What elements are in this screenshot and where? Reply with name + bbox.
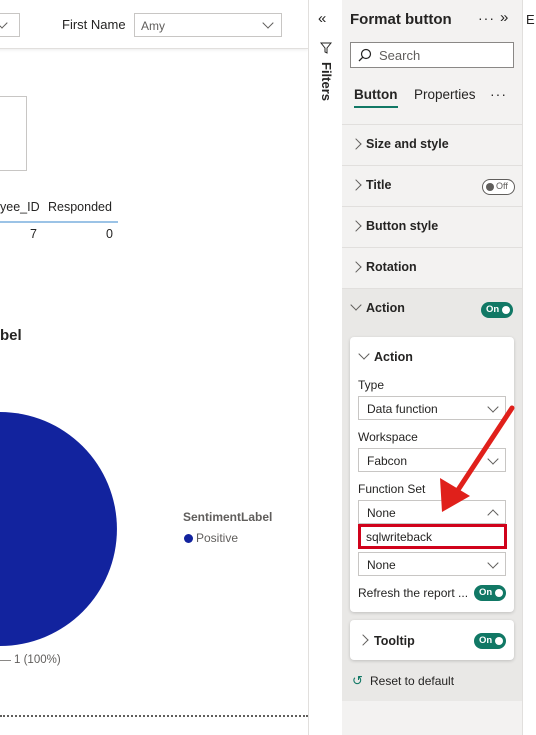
chevron-down-icon bbox=[487, 557, 499, 569]
title-toggle-label: Off bbox=[496, 181, 508, 191]
section-button-style[interactable]: Button style bbox=[342, 206, 522, 247]
section-action-label: Action bbox=[366, 301, 405, 315]
canvas-edge bbox=[0, 715, 308, 717]
tab-properties[interactable]: Properties bbox=[414, 87, 476, 102]
section-button-style-label: Button style bbox=[366, 219, 439, 233]
tooltip-toggle-label: On bbox=[479, 635, 493, 646]
slicer-label: First Name bbox=[62, 17, 126, 32]
function-set-option-label: sqlwriteback bbox=[366, 530, 433, 544]
refresh-toggle[interactable]: On bbox=[474, 585, 506, 601]
search-input[interactable] bbox=[350, 42, 514, 68]
type-label: Type bbox=[358, 378, 385, 392]
function-dropdown[interactable]: None bbox=[358, 552, 506, 576]
more-options-icon[interactable]: ··· bbox=[478, 10, 495, 26]
right-pane-strip[interactable]: E bbox=[522, 0, 536, 735]
chevron-right-icon bbox=[350, 261, 362, 273]
pie-leader-line bbox=[0, 660, 11, 661]
action-card-heading: Action bbox=[374, 350, 413, 364]
filter-icon bbox=[320, 42, 332, 54]
first-name-dropdown[interactable]: Amy bbox=[134, 13, 282, 37]
toggle-knob bbox=[495, 589, 503, 597]
action-toggle-label: On bbox=[486, 304, 500, 315]
function-set-value: None bbox=[367, 506, 396, 520]
reset-to-default[interactable]: Reset to default bbox=[370, 674, 454, 688]
section-rotation[interactable]: Rotation bbox=[342, 247, 522, 288]
section-title[interactable]: Title Off bbox=[342, 165, 522, 206]
pane-title: Format button bbox=[350, 11, 452, 28]
reset-icon[interactable]: ↺ bbox=[352, 673, 363, 689]
function-set-option[interactable]: sqlwriteback bbox=[358, 524, 507, 549]
section-title-label: Title bbox=[366, 178, 392, 192]
search-icon bbox=[358, 48, 372, 62]
legend-marker bbox=[184, 534, 193, 543]
function-set-label: Function Set bbox=[358, 482, 426, 496]
chevron-right-icon bbox=[350, 220, 362, 232]
table-cell-employee-id: 7 bbox=[30, 227, 37, 241]
function-value: None bbox=[367, 558, 396, 572]
section-size-style-label: Size and style bbox=[366, 137, 449, 151]
pie-slice-label: 1 (100%) bbox=[14, 654, 61, 666]
refresh-label: Refresh the report ... bbox=[358, 586, 469, 600]
legend-item-positive[interactable]: Positive bbox=[196, 531, 238, 545]
table-header-employee-id: yee_ID bbox=[0, 200, 40, 214]
search-placeholder: Search bbox=[379, 48, 421, 63]
refresh-toggle-label: On bbox=[479, 587, 493, 598]
section-rotation-label: Rotation bbox=[366, 260, 417, 274]
chevron-right-icon bbox=[350, 179, 362, 191]
action-toggle[interactable]: On bbox=[481, 302, 513, 318]
first-name-value: Amy bbox=[141, 19, 165, 33]
toggle-knob bbox=[495, 637, 503, 645]
report-canvas: First Name Amy yee_ID Responded 7 0 bel … bbox=[0, 0, 309, 735]
toggle-knob bbox=[502, 306, 510, 314]
section-size-style[interactable]: Size and style bbox=[342, 124, 522, 165]
pie-slice-positive[interactable] bbox=[0, 412, 117, 646]
collapse-icon[interactable]: « bbox=[318, 10, 326, 27]
pie-chart-title: bel bbox=[0, 327, 22, 344]
expand-icon[interactable]: » bbox=[500, 9, 508, 26]
chevron-right-icon bbox=[350, 138, 362, 150]
filters-text: Filters bbox=[319, 62, 334, 102]
chevron-down-icon bbox=[350, 299, 362, 311]
table-header-responded: Responded bbox=[48, 200, 112, 214]
toggle-knob bbox=[486, 183, 494, 191]
slicer-dropdown-left[interactable] bbox=[0, 13, 20, 37]
pie-chart[interactable] bbox=[0, 400, 130, 660]
title-toggle[interactable]: Off bbox=[482, 179, 515, 195]
chevron-down-icon bbox=[0, 17, 8, 29]
table-cell-responded: 0 bbox=[106, 227, 113, 241]
filters-label[interactable]: Filters bbox=[307, 60, 347, 120]
tooltip-toggle[interactable]: On bbox=[474, 633, 506, 649]
card-visual[interactable] bbox=[0, 96, 27, 171]
chevron-down-icon bbox=[262, 17, 274, 29]
right-pane-letter: E bbox=[526, 12, 535, 27]
tooltip-label: Tooltip bbox=[374, 634, 415, 648]
active-tab-indicator bbox=[354, 106, 398, 108]
legend-title: SentimentLabel bbox=[183, 510, 273, 524]
workspace-value: Fabcon bbox=[367, 454, 408, 468]
tab-button[interactable]: Button bbox=[354, 87, 397, 102]
tabs-more-icon[interactable]: ··· bbox=[490, 86, 507, 102]
workspace-label: Workspace bbox=[358, 430, 418, 444]
table-header-divider bbox=[0, 221, 118, 223]
annotation-arrow bbox=[440, 405, 515, 512]
